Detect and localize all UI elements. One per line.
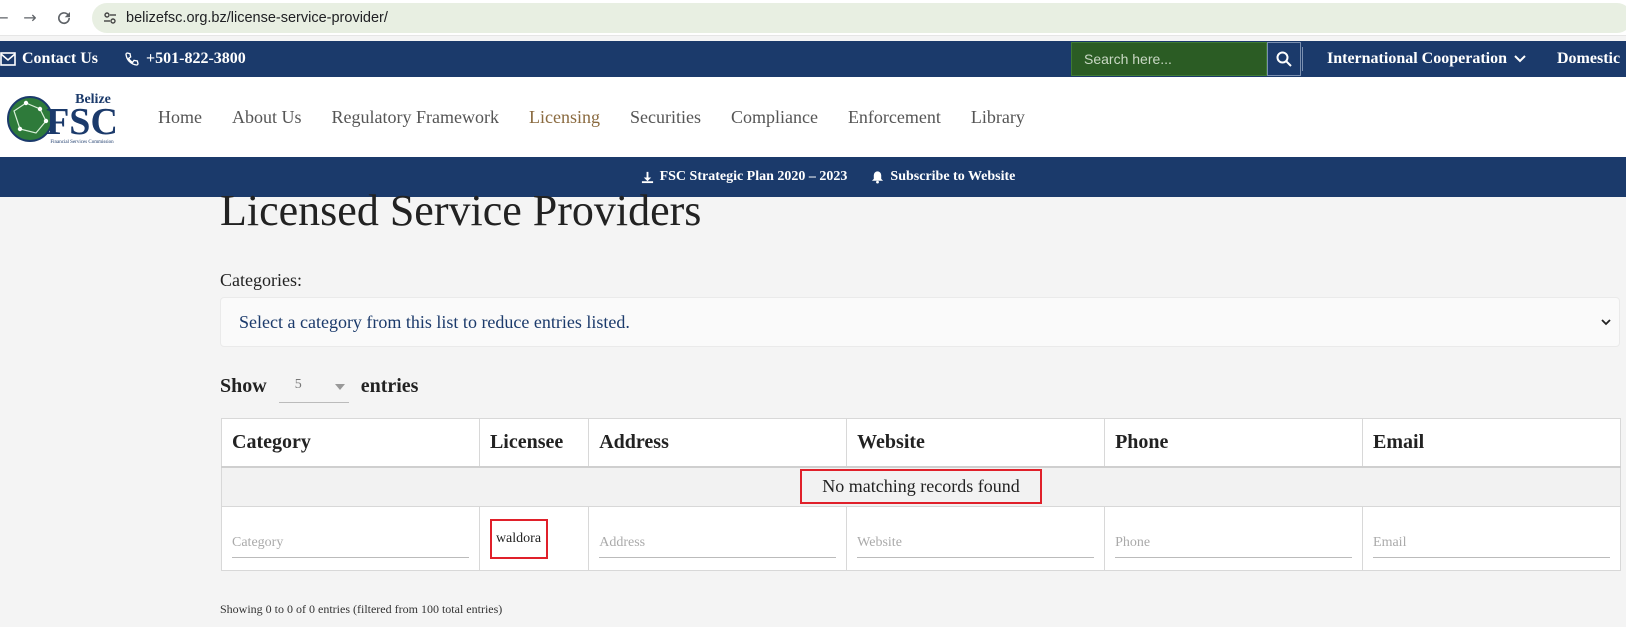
- contact-us-link[interactable]: Contact Us: [0, 41, 98, 77]
- table-info: Showing 0 to 0 of 0 entries (filtered fr…: [220, 602, 503, 616]
- phone-icon: [125, 52, 139, 66]
- search-input[interactable]: [1072, 43, 1266, 75]
- chevron-down-icon: [1514, 55, 1526, 63]
- table-header-row: Category Licensee Address Website Phone …: [221, 418, 1621, 468]
- nav-compliance[interactable]: Compliance: [731, 107, 818, 128]
- filter-cell-phone: [1104, 506, 1364, 571]
- chevron-down-icon: [1601, 319, 1611, 326]
- international-cooperation-menu[interactable]: International Cooperation: [1327, 41, 1527, 77]
- filter-cell-address: [588, 506, 848, 571]
- nav-securities[interactable]: Securities: [630, 107, 701, 128]
- filter-cell-email: [1362, 506, 1621, 571]
- strategic-plan-link[interactable]: FSC Strategic Plan 2020 – 2023: [641, 169, 848, 185]
- column-header-phone[interactable]: Phone: [1104, 418, 1364, 468]
- no-records-message: No matching records found: [800, 469, 1042, 505]
- url-text: belizefsc.org.bz/license-service-provide…: [126, 10, 388, 26]
- nav-licensing[interactable]: Licensing: [529, 107, 600, 128]
- bell-icon: [872, 171, 884, 184]
- website-filter-input[interactable]: [857, 519, 1095, 558]
- licensees-table: Category Licensee Address Website Phone …: [221, 418, 1621, 571]
- back-icon[interactable]: ←: [0, 8, 12, 28]
- column-header-address[interactable]: Address: [588, 418, 848, 468]
- search-box: [1071, 42, 1267, 76]
- filter-cell-category: [221, 506, 480, 571]
- filter-cell-website: [846, 506, 1106, 571]
- entries-label: entries: [360, 374, 419, 397]
- download-icon: [641, 171, 653, 183]
- column-header-website[interactable]: Website: [846, 418, 1106, 468]
- nav-library[interactable]: Library: [971, 107, 1025, 128]
- category-select-value: Select a category from this list to redu…: [239, 311, 630, 332]
- international-cooperation-label: International Cooperation: [1327, 50, 1507, 67]
- envelope-icon: [0, 52, 16, 66]
- logo-tagline: Financial Services Commission: [50, 140, 114, 145]
- column-header-licensee[interactable]: Licensee: [478, 418, 590, 468]
- category-select[interactable]: Select a category from this list to redu…: [220, 297, 1620, 347]
- belize-fsc-logo[interactable]: Belize FSC Financial Services Commission: [6, 89, 128, 147]
- search-button[interactable]: [1267, 42, 1301, 76]
- nav-regulatory-framework[interactable]: Regulatory Framework: [332, 107, 499, 128]
- licensee-filter-input[interactable]: [489, 518, 548, 559]
- browser-toolbar: ← → belizefsc.org.bz/license-service-pro…: [0, 0, 1626, 36]
- contact-us-label: Contact Us: [22, 50, 98, 67]
- column-header-category[interactable]: Category: [221, 418, 480, 468]
- column-header-email[interactable]: Email: [1362, 418, 1621, 468]
- subscribe-label: Subscribe to Website: [890, 169, 1016, 184]
- entries-select-value: 5: [294, 377, 302, 392]
- category-filter-input[interactable]: [232, 519, 469, 558]
- address-filter-input[interactable]: [599, 519, 837, 558]
- email-filter-input[interactable]: [1373, 519, 1610, 558]
- top-utility-bar: Contact Us +501-822-3800 International C…: [0, 41, 1626, 77]
- empty-table-cell: No matching records found: [221, 466, 1621, 507]
- top-bar-divider: [1302, 47, 1303, 71]
- phone-filter-input[interactable]: [1115, 519, 1353, 558]
- address-bar[interactable]: belizefsc.org.bz/license-service-provide…: [92, 3, 1626, 33]
- forward-icon[interactable]: →: [20, 8, 40, 28]
- entries-select[interactable]: 5: [278, 369, 349, 403]
- phone-link[interactable]: +501-822-3800: [124, 41, 246, 77]
- domestic-menu[interactable]: Domestic: [1557, 41, 1620, 77]
- nav-home[interactable]: Home: [158, 107, 202, 128]
- subscribe-link[interactable]: Subscribe to Website: [871, 169, 1015, 185]
- nav-about-us[interactable]: About Us: [232, 107, 302, 128]
- table-row: No matching records found: [221, 466, 1621, 507]
- entries-length-control: Show 5 entries: [220, 368, 418, 404]
- caret-down-icon: [334, 384, 345, 390]
- filter-cell-licensee: [478, 506, 590, 571]
- reload-icon[interactable]: [54, 8, 74, 28]
- table-filter-row: [221, 506, 1621, 571]
- strategic-plan-label: FSC Strategic Plan 2020 – 2023: [659, 169, 848, 184]
- page-title: Licensed Service Providers: [220, 186, 702, 235]
- show-label: Show: [220, 374, 267, 397]
- domestic-label: Domestic: [1557, 50, 1621, 67]
- site-settings-icon[interactable]: [102, 10, 118, 26]
- search-icon: [1276, 51, 1292, 67]
- main-navigation: Home About Us Regulatory Framework Licen…: [158, 77, 1025, 157]
- phone-number: +501-822-3800: [146, 50, 246, 67]
- nav-enforcement[interactable]: Enforcement: [848, 107, 941, 128]
- site-header: Belize FSC Financial Services Commission…: [0, 77, 1626, 157]
- logo-line2: FSC: [46, 101, 118, 143]
- categories-label: Categories:: [220, 270, 302, 290]
